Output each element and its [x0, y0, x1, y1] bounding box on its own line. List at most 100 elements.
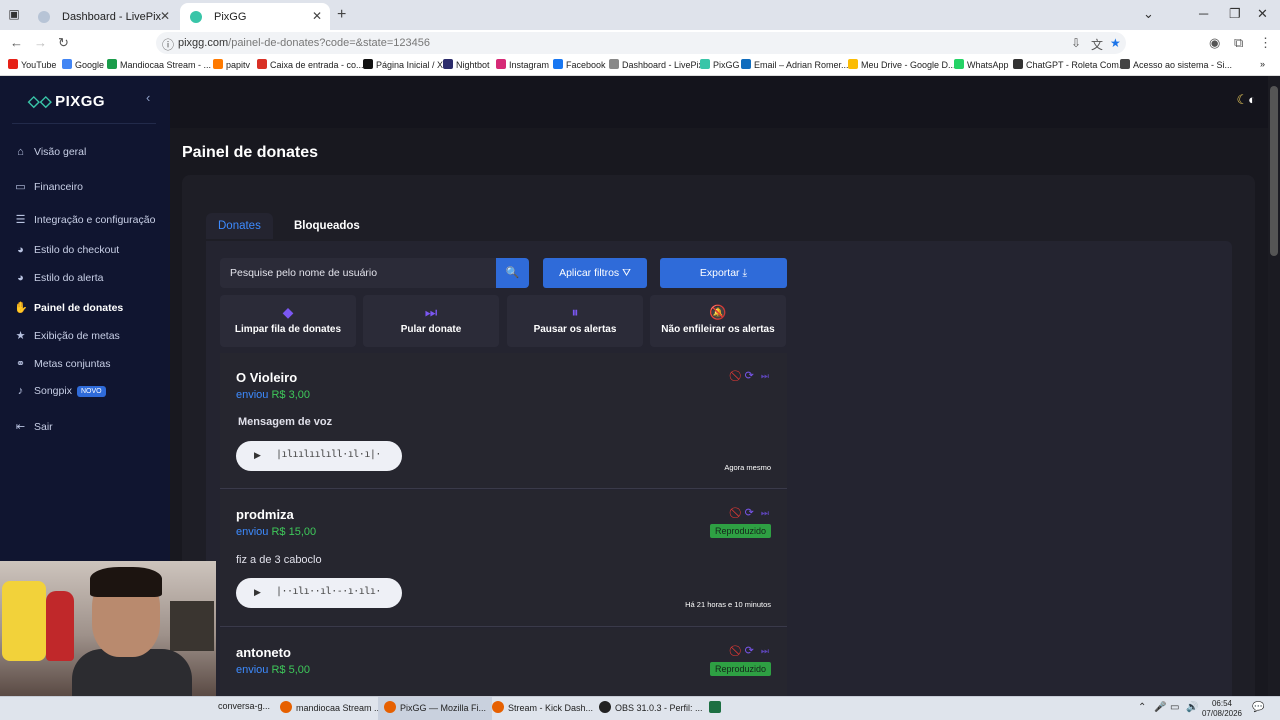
donate-message: Mensagem de voz: [238, 416, 333, 428]
pausar-os-alertas-button[interactable]: ⏸ Pausar os alertas: [507, 295, 643, 347]
more-bookmarks-icon[interactable]: »: [1260, 59, 1265, 69]
taskbar: ⌃ 🎤 ▭ 🔊 06:54 07/08/2026 💬 conversa-g...…: [0, 696, 1280, 720]
download-icon: ⤓: [742, 267, 748, 279]
forward-icon[interactable]: →: [34, 35, 47, 50]
bookmark-item[interactable]: Nightbot: [443, 59, 490, 70]
replay-icon[interactable]: ⟳: [745, 645, 754, 657]
pixgg-favicon-icon: [190, 11, 202, 23]
search-input[interactable]: [220, 258, 496, 288]
install-icon[interactable]: ⇩: [1071, 36, 1081, 50]
waveform[interactable]: |ılıılıılıll·ıl·ı|·: [276, 449, 381, 460]
bookmark-item[interactable]: YouTube: [8, 59, 56, 70]
browser-tab-pixgg[interactable]: PixGG ✕: [180, 3, 330, 30]
collapse-sidebar-icon[interactable]: ‹: [146, 90, 150, 105]
back-icon[interactable]: ←: [10, 35, 23, 50]
tab-donates[interactable]: Donates: [206, 213, 273, 239]
menu-icon[interactable]: ⋮: [1259, 35, 1272, 51]
tab-actions-icon[interactable]: ▣: [6, 7, 22, 23]
bookmark-favicon-icon: [954, 59, 964, 69]
skip-icon[interactable]: ⏭: [761, 646, 769, 656]
notifications-icon[interactable]: 💬: [1252, 702, 1264, 713]
tab-bloqueados[interactable]: Bloqueados: [282, 213, 372, 239]
system-clock[interactable]: 06:54 07/08/2026: [1202, 699, 1242, 719]
extensions-icon[interactable]: ⧉: [1234, 35, 1243, 51]
bookmark-label: Nightbot: [456, 60, 490, 70]
sidebar-item-integracao-e-configuracao[interactable]: ☰ Integração e configuração: [14, 213, 156, 226]
microphone-icon[interactable]: 🎤: [1154, 702, 1166, 713]
theme-toggle[interactable]: ☾◐: [1236, 92, 1256, 108]
nao-enfileirar-os-alertas-button[interactable]: 🔕 Não enfileirar os alertas: [650, 295, 786, 347]
pixgg-logo[interactable]: ◇◇ PIXGG: [28, 92, 105, 110]
translate-icon[interactable]: 文: [1091, 36, 1103, 53]
scrollbar-thumb[interactable]: [1270, 86, 1278, 256]
bookmark-star-icon[interactable]: ★: [1110, 36, 1121, 50]
limpar-fila-de-donates-button[interactable]: ◆ Limpar fila de donates: [220, 295, 356, 347]
url-field[interactable]: ⓘ pixgg.com/painel-de-donates?code=&stat…: [156, 32, 1126, 54]
sidebar-item-painel-de-donates[interactable]: ✋ Painel de donates: [14, 301, 123, 314]
page-scrollbar[interactable]: [1268, 76, 1280, 696]
search-button[interactable]: 🔍: [496, 258, 529, 288]
volume-icon[interactable]: 🔊: [1186, 702, 1198, 713]
browser-tab-livepix[interactable]: Dashboard - LivePix ✕: [28, 3, 178, 30]
sidebar-item-sair[interactable]: ⇤ Sair: [14, 420, 53, 433]
reload-icon[interactable]: ↻: [58, 35, 69, 51]
sidebar-item-label: Metas conjuntas: [34, 358, 111, 370]
sidebar-item-exibicao-de-metas[interactable]: ★ Exibição de metas: [14, 329, 120, 342]
close-window-icon[interactable]: ✕: [1257, 6, 1268, 22]
pular-donate-button[interactable]: ⏭ Pular donate: [363, 295, 499, 347]
replay-icon[interactable]: ⟳: [745, 370, 754, 382]
tray-chevron-icon[interactable]: ⌃: [1138, 702, 1146, 713]
taskbar-item[interactable]: Stream - Kick Dash...: [492, 701, 593, 713]
sidebar-item-estilo-do-checkout[interactable]: ◕ Estilo do checkout: [14, 244, 119, 256]
bookmark-item[interactable]: Google: [62, 59, 104, 70]
play-icon[interactable]: ▶: [254, 587, 261, 598]
sidebar-item-songpix[interactable]: ♪ Songpix NOVO: [14, 385, 106, 397]
sidebar-item-metas-conjuntas[interactable]: ⚭ Metas conjuntas: [14, 357, 111, 370]
taskbar-item[interactable]: conversa-g...: [218, 701, 270, 711]
site-info-icon[interactable]: ⓘ: [162, 36, 174, 53]
close-icon[interactable]: ✕: [160, 9, 170, 23]
bookmark-item[interactable]: Dashboard - LivePix: [609, 59, 703, 70]
page-title: Painel de donates: [182, 144, 319, 161]
new-tab-icon[interactable]: +: [337, 6, 346, 24]
sidebar-item-visao-geral[interactable]: ⌂ Visão geral: [14, 146, 86, 158]
bookmark-item[interactable]: Meu Drive - Google D...: [848, 59, 956, 70]
taskbar-item[interactable]: OBS 31.0.3 - Perfil: ...: [599, 701, 703, 713]
spreadsheet-app-icon[interactable]: [709, 701, 725, 713]
profile-icon[interactable]: ◉: [1209, 35, 1220, 51]
export-button[interactable]: Exportar ⤓: [660, 258, 787, 288]
restore-icon[interactable]: ❐: [1229, 6, 1241, 22]
replay-icon[interactable]: ⟳: [745, 507, 754, 519]
close-icon[interactable]: ✕: [312, 9, 322, 23]
sidebar-item-label: Financeiro: [34, 181, 84, 193]
bookmark-favicon-icon: [848, 59, 858, 69]
bookmark-item[interactable]: Acesso ao sistema - Si...: [1120, 59, 1232, 70]
bookmark-item[interactable]: Email – Adrian Romer...: [741, 59, 849, 70]
bookmark-item[interactable]: ChatGPT - Roleta Com...: [1013, 59, 1126, 70]
bookmark-favicon-icon: [741, 59, 751, 69]
bookmark-item[interactable]: Página Inicial / X: [363, 59, 443, 70]
apply-filters-button[interactable]: Aplicar filtros ⛛: [543, 258, 647, 288]
waveform[interactable]: |··ılı··ıl·-·ı·ılı·: [276, 586, 381, 597]
bookmark-item[interactable]: PixGG: [700, 59, 740, 70]
bookmark-item[interactable]: WhatsApp: [954, 59, 1009, 70]
sidebar-item-estilo-do-alerta[interactable]: ◕ Estilo do alerta: [14, 272, 103, 284]
audio-player[interactable]: ▶ |ılıılıılıll·ıl·ı|·: [236, 441, 402, 471]
palette-icon: ◕: [17, 244, 24, 256]
skip-icon[interactable]: ⏭: [761, 508, 769, 518]
audio-player[interactable]: ▶ |··ılı··ıl·-·ı·ılı·: [236, 578, 402, 608]
divider: [12, 123, 156, 124]
bookmark-item[interactable]: papitv: [213, 59, 250, 70]
bookmark-item[interactable]: Instagram: [496, 59, 549, 70]
skip-icon[interactable]: ⏭: [761, 371, 769, 381]
chevron-down-icon[interactable]: ⌄: [1143, 6, 1154, 22]
bookmark-item[interactable]: Mandiocaa Stream - ...: [107, 59, 211, 70]
minimize-icon[interactable]: ─: [1199, 6, 1208, 21]
bookmark-item[interactable]: Facebook: [553, 59, 606, 70]
bookmark-item[interactable]: Caixa de entrada - co...: [257, 59, 364, 70]
play-icon[interactable]: ▶: [254, 450, 261, 461]
taskbar-item[interactable]: mandiocaa Stream ...: [280, 701, 382, 713]
sidebar-item-financeiro[interactable]: ▭ Financeiro: [14, 180, 83, 193]
network-icon[interactable]: ▭: [1170, 702, 1179, 713]
taskbar-item[interactable]: PixGG — Mozilla Fi...: [378, 697, 493, 720]
